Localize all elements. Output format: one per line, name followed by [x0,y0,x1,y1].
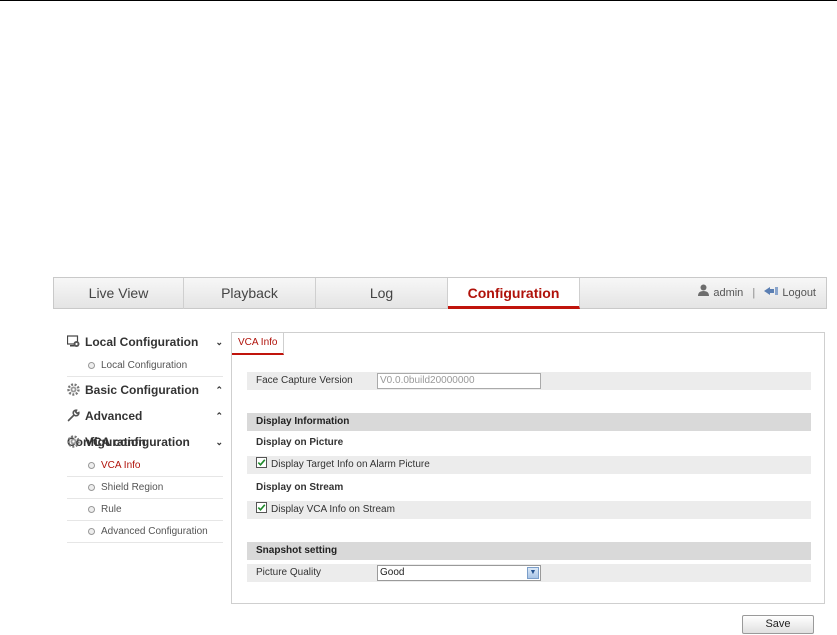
sidebar-item-label: Advanced Configuration [101,526,208,537]
vca-stream-checkbox[interactable] [256,502,267,513]
chevron-down-icon[interactable]: ⌄ [215,329,223,355]
gear-icon [67,431,80,448]
sidebar-item-label: Rule [101,504,122,515]
sidebar-item-label: Local Configuration [101,360,188,371]
bullet-icon [88,362,95,369]
bullet-icon [88,462,95,469]
picture-quality-label: Picture Quality [256,567,322,578]
bullet-icon [88,528,95,535]
target-info-row: Display Target Info on Alarm Picture [247,456,811,474]
sidebar-group-vca-configuration[interactable]: VCA configuration ⌄ [67,429,223,455]
display-information-header: Display Information [247,413,811,431]
sidebar-group-local-configuration[interactable]: Local Configuration ⌄ [66,329,223,355]
wrench-icon [67,405,80,422]
chevron-up-icon[interactable]: ⌃ [215,377,223,403]
chevron-up-icon[interactable]: ⌃ [215,403,223,429]
display-on-stream-label: Display on Stream [256,482,344,493]
username-link[interactable]: admin [713,287,743,299]
chevron-down-icon[interactable]: ⌄ [215,429,223,455]
target-info-checkbox[interactable] [256,457,267,468]
sidebar-item-rule[interactable]: Rule [67,499,223,521]
tab-playback[interactable]: Playback [184,278,316,309]
sidebar-tree: Local Configuration ⌄ Local Configuratio… [66,329,223,543]
sidebar-group-label: Local Configuration [85,335,199,349]
sidebar-group-label: Basic Configuration [85,383,200,397]
tab-log[interactable]: Log [316,278,448,309]
picture-quality-value: Good [380,567,405,578]
bullet-icon [88,484,95,491]
tab-vca-info[interactable]: VCA Info [232,333,285,355]
bullet-icon [88,506,95,513]
logout-icon[interactable] [764,287,782,299]
vca-stream-row: Display VCA Info on Stream [247,501,811,519]
monitor-gear-icon [66,331,80,347]
sidebar-item-shield-region[interactable]: Shield Region [67,477,223,499]
save-button[interactable]: Save [742,615,814,634]
user-separator: | [752,287,756,299]
user-icon [697,284,713,299]
top-nav: Live View Playback Log Configuration adm… [53,277,827,309]
sidebar-item-local-configuration[interactable]: Local Configuration [67,355,223,377]
gear-icon [67,379,80,396]
picture-quality-row: Picture Quality Good ▼ [247,564,811,582]
sidebar-item-vca-info[interactable]: VCA Info [67,455,223,477]
content-panel: VCA Info Face Capture Version V0.0.0buil… [231,332,825,604]
sidebar-item-advanced-configuration[interactable]: Advanced Configuration [67,521,223,543]
face-capture-label: Face Capture Version [256,375,353,386]
sidebar-item-label: VCA Info [101,460,141,471]
tab-configuration[interactable]: Configuration [448,278,580,309]
snapshot-setting-header: Snapshot setting [247,542,811,560]
face-capture-row: Face Capture Version V0.0.0build20000000 [247,372,811,390]
sidebar-group-label: VCA configuration [85,435,190,449]
user-area: admin | Logout [697,278,816,309]
camera-web-ui: Live View Playback Log Configuration adm… [53,277,827,635]
sidebar-item-label: Shield Region [101,482,164,493]
sidebar-group-basic-configuration[interactable]: Basic Configuration ⌃ [67,377,223,403]
sidebar-group-advanced-configuration[interactable]: Advanced Configuration ⌃ [67,403,223,449]
picture-quality-select[interactable]: Good ▼ [377,565,541,581]
logout-link[interactable]: Logout [782,287,816,299]
face-capture-version-field: V0.0.0build20000000 [377,373,541,389]
chevron-down-icon[interactable]: ▼ [527,567,539,579]
tab-live-view[interactable]: Live View [54,278,184,309]
target-info-label: Display Target Info on Alarm Picture [271,459,430,470]
top-border-line [0,0,837,1]
vca-stream-label: Display VCA Info on Stream [271,504,395,515]
display-on-picture-label: Display on Picture [256,437,344,448]
